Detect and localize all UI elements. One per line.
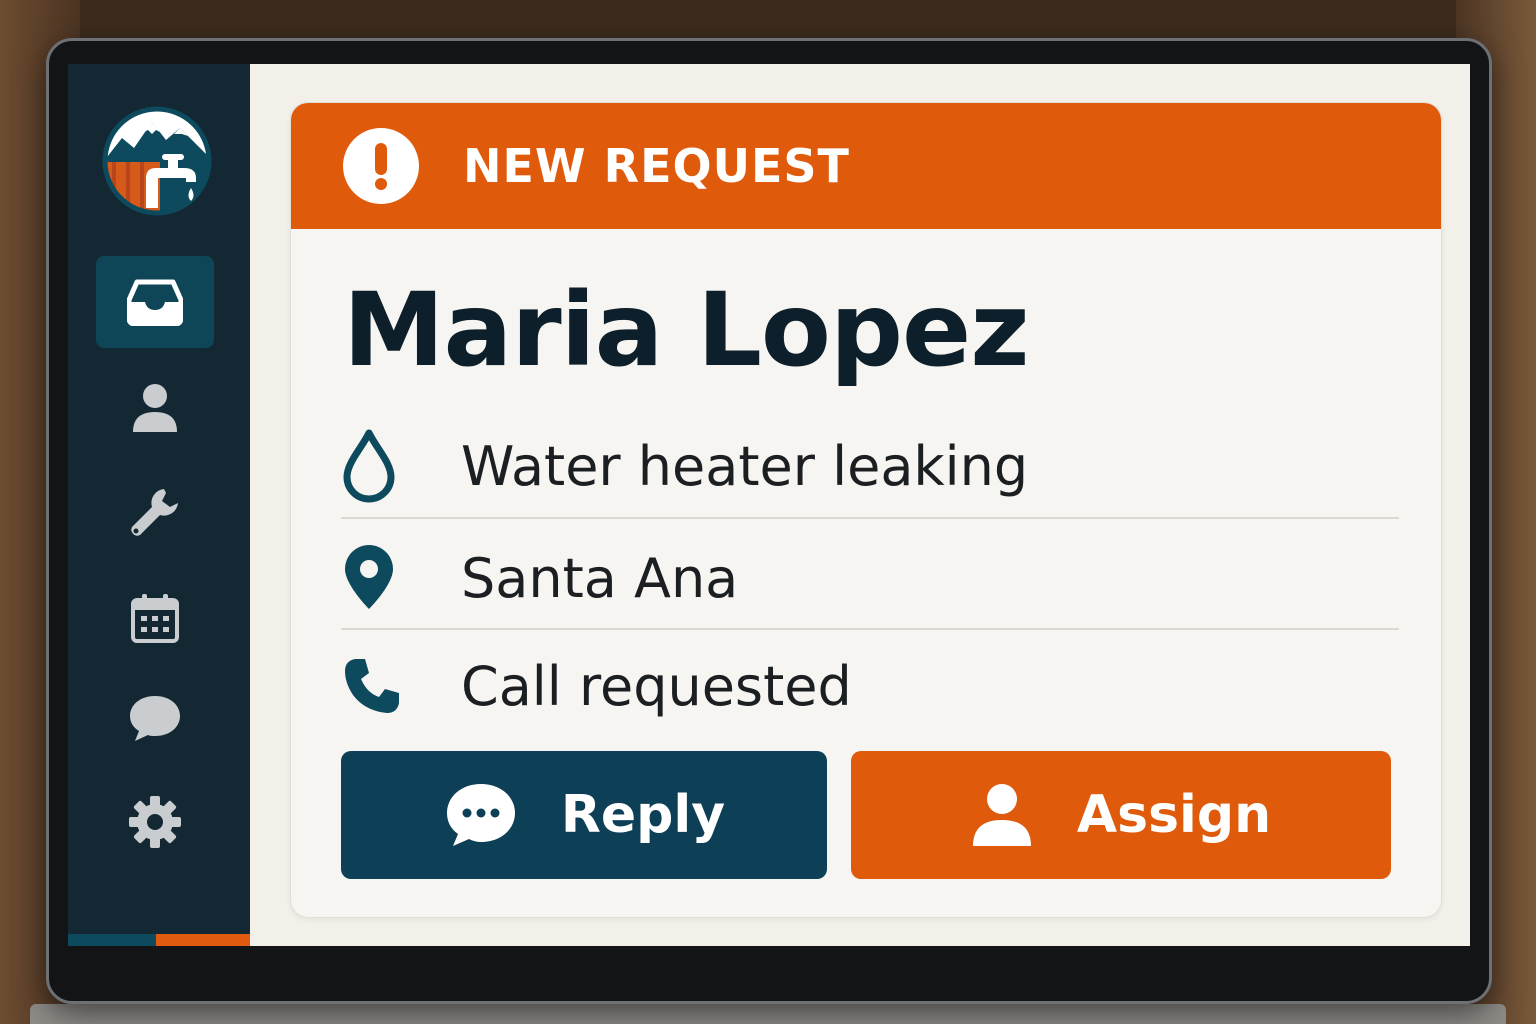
detail-contact-text: Call requested — [461, 654, 852, 718]
sidebar-item-settings[interactable] — [96, 776, 214, 868]
reply-button[interactable]: Reply — [341, 751, 827, 879]
sidebar — [68, 64, 250, 946]
banner-title: NEW REQUEST — [463, 139, 850, 193]
sidebar-item-customers[interactable] — [96, 362, 214, 454]
request-card: NEW REQUEST Maria Lopez Water heater lea… — [290, 102, 1442, 918]
sidebar-item-jobs[interactable] — [96, 466, 214, 558]
detail-location-text: Santa Ana — [461, 546, 739, 610]
inbox-icon — [127, 279, 183, 326]
calendar-icon — [131, 594, 179, 643]
request-banner: NEW REQUEST — [291, 103, 1441, 229]
chat-dots-icon — [443, 780, 517, 850]
divider — [341, 628, 1399, 630]
customer-name: Maria Lopez — [343, 271, 1030, 390]
gear-icon — [129, 796, 181, 848]
water-drop-icon — [341, 429, 421, 503]
plumbing-mountain-logo[interactable] — [100, 104, 214, 218]
alert-icon — [343, 128, 419, 204]
sidebar-item-calendar[interactable] — [96, 572, 214, 664]
person-icon — [971, 782, 1033, 848]
sidebar-item-messages[interactable] — [96, 672, 214, 764]
detail-row-issue: Water heater leaking — [341, 411, 1399, 521]
chat-bubble-icon — [130, 696, 180, 741]
sidebar-accent-bar — [68, 934, 250, 946]
detail-issue-text: Water heater leaking — [461, 434, 1029, 498]
divider — [341, 517, 1399, 519]
user-icon — [133, 384, 177, 432]
sidebar-item-inbox[interactable] — [96, 256, 214, 348]
assign-button[interactable]: Assign — [851, 751, 1391, 879]
map-pin-icon — [341, 543, 421, 613]
app-screen: NEW REQUEST Maria Lopez Water heater lea… — [68, 64, 1470, 946]
laptop-base — [30, 1004, 1506, 1024]
wrench-icon — [131, 489, 178, 536]
detail-row-location: Santa Ana — [341, 523, 1399, 633]
phone-icon — [341, 655, 421, 717]
reply-button-label: Reply — [560, 785, 726, 845]
detail-row-contact: Call requested — [341, 631, 1399, 741]
assign-button-label: Assign — [1076, 785, 1272, 845]
